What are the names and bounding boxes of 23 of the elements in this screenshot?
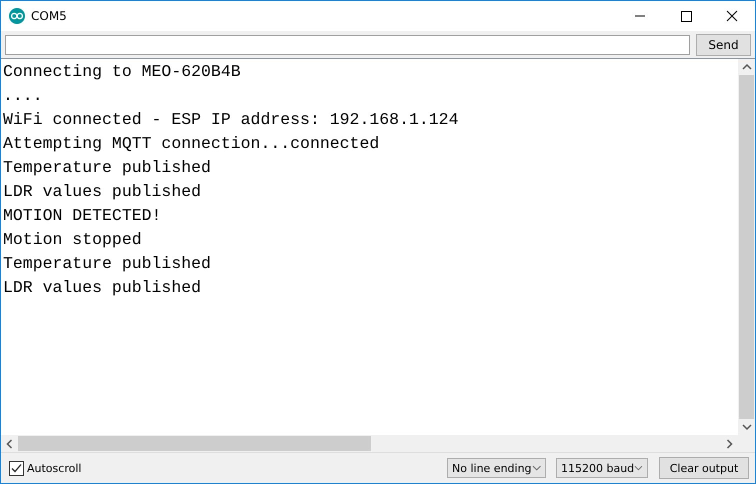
- window-title: COM5: [31, 9, 67, 23]
- autoscroll-label: Autoscroll: [27, 462, 82, 474]
- output-line: Temperature published: [2, 157, 212, 179]
- horizontal-scrollbar[interactable]: [1, 435, 755, 453]
- output-line: MOTION DETECTED!: [2, 205, 162, 227]
- output-line: ....: [2, 85, 44, 107]
- send-button[interactable]: Send: [696, 34, 751, 56]
- output-line: WiFi connected - ESP IP address: 192.168.1.124: [2, 109, 460, 131]
- clear-output-button[interactable]: Clear output: [659, 457, 749, 479]
- caret-icon: [634, 465, 643, 471]
- output-line: Motion stopped: [2, 229, 143, 251]
- vertical-scrollbar[interactable]: [738, 59, 755, 435]
- send-field[interactable]: [5, 35, 690, 55]
- output-line: LDR values published: [2, 277, 202, 299]
- output-line: Temperature published: [2, 253, 212, 275]
- baud-rate-dropdown[interactable]: 115200 baud: [556, 458, 648, 478]
- output-line: Attempting MQTT connection...connected: [2, 133, 380, 155]
- autoscroll-checkbox[interactable]: [9, 460, 24, 476]
- output-line: LDR values published: [2, 181, 202, 203]
- line-ending-dropdown[interactable]: No line ending: [447, 458, 546, 478]
- caret-icon: [532, 465, 541, 471]
- app-logo-icon: [9, 8, 25, 24]
- output-line: Connecting to MEO-620B4B: [2, 61, 242, 83]
